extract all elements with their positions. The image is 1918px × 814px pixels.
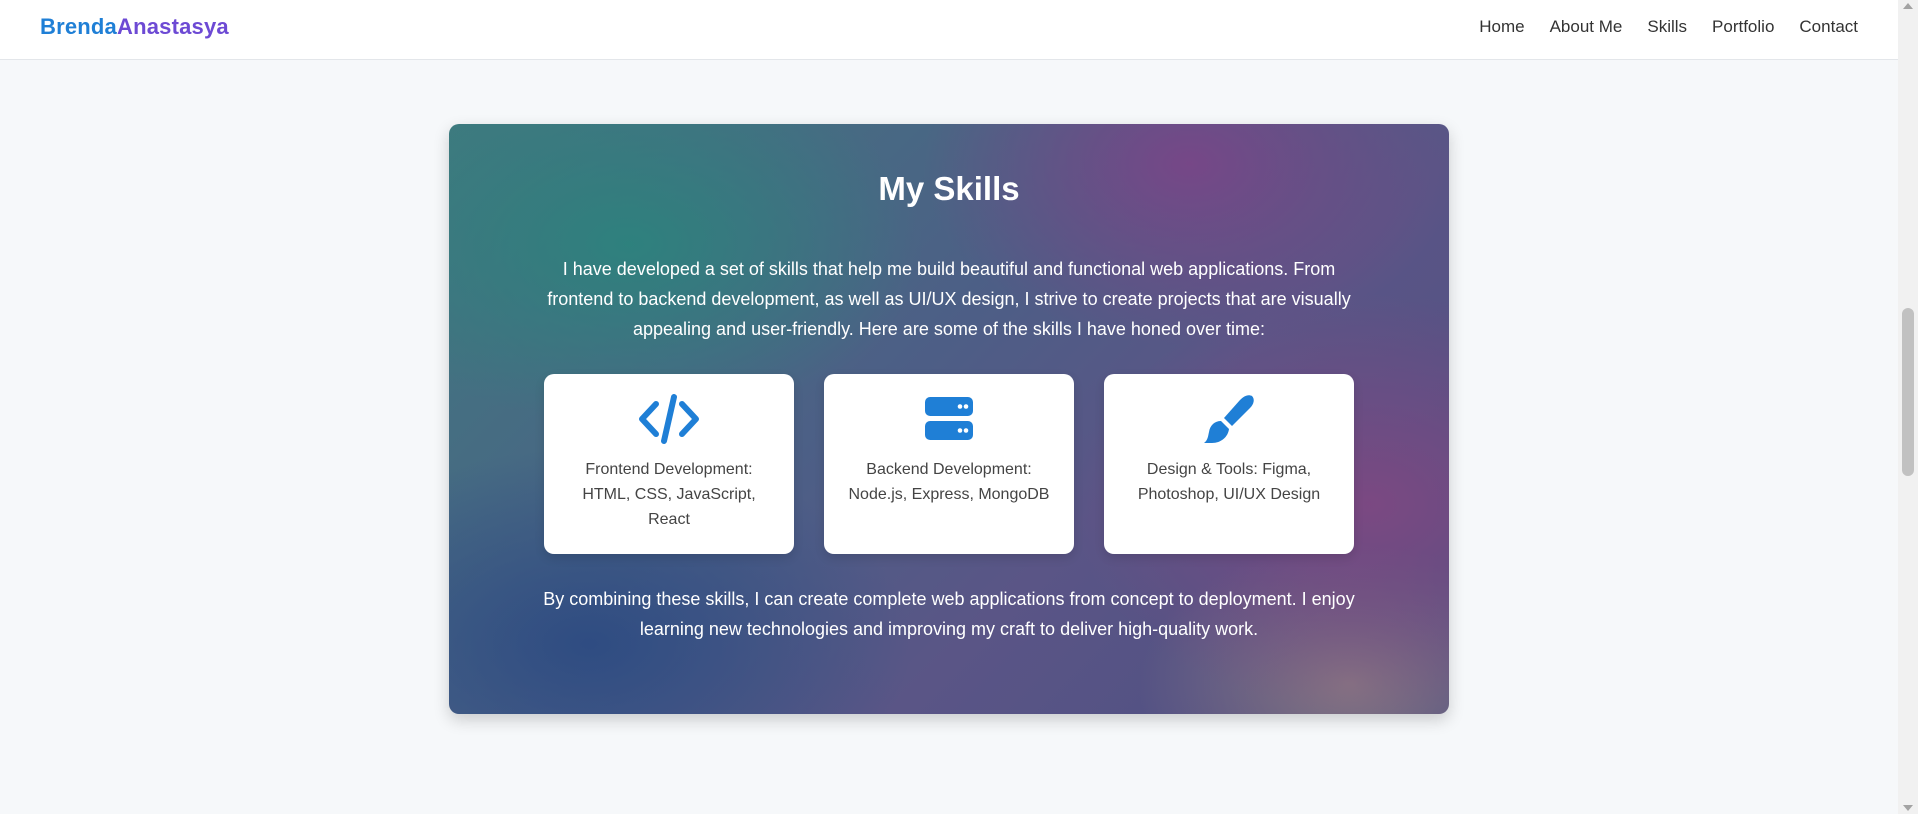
nav-home-link[interactable]: Home: [1479, 17, 1524, 37]
vertical-scrollbar[interactable]: [1898, 0, 1918, 814]
skills-title: My Skills: [878, 170, 1020, 207]
brand-first-name: Brenda: [40, 14, 117, 39]
code-icon: [544, 394, 794, 444]
top-navbar: BrendaAnastasya Home About Me Skills Por…: [0, 0, 1898, 60]
skill-card-text: Design & Tools: Figma, Photoshop, UI/UX …: [1137, 461, 1321, 503]
skill-card-text: Frontend Development: HTML, CSS, JavaScr…: [582, 461, 756, 528]
skill-card-backend: Backend Development: Node.js, Express, M…: [824, 374, 1074, 554]
scrollbar-thumb[interactable]: [1902, 308, 1914, 476]
scroll-down-arrow-icon[interactable]: [1903, 805, 1913, 811]
skill-card-text: Backend Development: Node.js, Express, M…: [848, 461, 1050, 503]
skills-section: My Skills I have developed a set of skil…: [449, 124, 1449, 714]
page: BrendaAnastasya Home About Me Skills Por…: [0, 0, 1898, 814]
nav-portfolio-link[interactable]: Portfolio: [1712, 17, 1774, 37]
nav-contact-link[interactable]: Contact: [1799, 17, 1858, 37]
scroll-up-arrow-icon[interactable]: [1903, 3, 1913, 9]
nav-skills-link[interactable]: Skills: [1647, 17, 1687, 37]
brand-last-name: Anastasya: [117, 14, 229, 39]
skills-intro-text: I have developed a set of skills that he…: [547, 259, 1351, 339]
skill-card-design: Design & Tools: Figma, Photoshop, UI/UX …: [1104, 374, 1354, 554]
nav-about-link[interactable]: About Me: [1550, 17, 1623, 37]
main-nav: Home About Me Skills Portfolio Contact: [1454, 17, 1858, 37]
skills-outro-text: By combining these skills, I can create …: [543, 589, 1355, 639]
brand-logo[interactable]: BrendaAnastasya: [40, 14, 229, 40]
skill-cards: Frontend Development: HTML, CSS, JavaScr…: [544, 374, 1354, 554]
skill-card-frontend: Frontend Development: HTML, CSS, JavaScr…: [544, 374, 794, 554]
server-icon: [824, 394, 1074, 444]
paintbrush-icon: [1104, 394, 1354, 444]
